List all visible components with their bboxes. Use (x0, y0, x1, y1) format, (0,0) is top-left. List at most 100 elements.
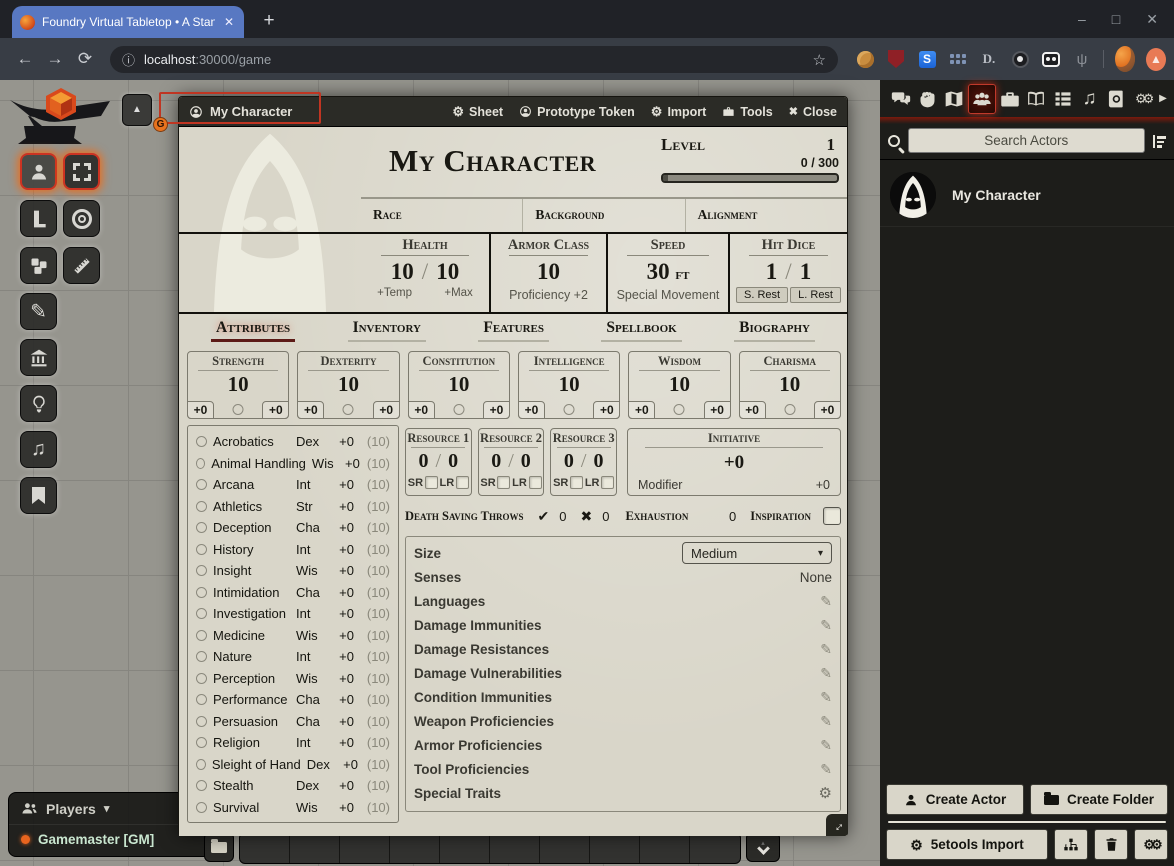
ability-score[interactable]: 10 (629, 372, 729, 397)
ability-name[interactable]: Strength (188, 354, 288, 371)
edit-icon[interactable]: ✎ (820, 593, 832, 610)
skill-row[interactable]: Athletics Str +0 (10) (196, 496, 390, 518)
actor-avatar[interactable] (890, 172, 936, 218)
initiative-modifier-value[interactable]: +0 (816, 478, 830, 492)
sounds-tool-button[interactable]: ♫ (20, 431, 57, 468)
skill-row[interactable]: Arcana Int +0 (10) (196, 474, 390, 496)
ability-save-mod[interactable]: +0 (628, 401, 655, 419)
hp-temp-label[interactable]: +Temp (377, 287, 412, 299)
hotbar-page-button[interactable]: ▴ (746, 832, 780, 862)
hp-max[interactable]: 10 (436, 259, 459, 284)
resource-value[interactable]: 0 (491, 450, 501, 472)
skill-name[interactable]: Investigation (213, 606, 290, 621)
cookie-extension-icon[interactable] (855, 49, 875, 69)
macro-folder-button[interactable] (204, 832, 234, 862)
skill-name[interactable]: Insight (213, 563, 290, 578)
tab-journal[interactable] (1023, 84, 1050, 114)
site-info-icon[interactable]: ⓘ (122, 50, 135, 69)
delete-all-button[interactable] (1094, 829, 1128, 860)
skill-proficiency-radio[interactable] (196, 501, 207, 512)
minimize-icon[interactable]: – (1078, 11, 1086, 27)
skill-proficiency-radio[interactable] (196, 522, 207, 533)
browser-update-icon[interactable]: ▲ (1146, 49, 1166, 69)
skill-name[interactable]: Persuasion (213, 714, 290, 729)
long-rest-button[interactable]: L. Rest (790, 287, 841, 303)
s-extension-icon[interactable]: S (917, 49, 937, 69)
ability-check-mod[interactable]: +0 (373, 401, 400, 419)
edit-icon[interactable]: ✎ (820, 737, 832, 754)
initiative-label[interactable]: Initiative (628, 431, 840, 448)
resource-max[interactable]: 0 (521, 450, 531, 472)
skill-row[interactable]: Deception Cha +0 (10) (196, 517, 390, 539)
profile-avatar[interactable] (1115, 49, 1135, 69)
ability-save-mod[interactable]: +0 (518, 401, 545, 419)
resource-label[interactable]: Resource 1 (406, 431, 471, 448)
tab-biography[interactable]: Biography (734, 319, 815, 342)
ability-check-mod[interactable]: +0 (483, 401, 510, 419)
ability-check-mod[interactable]: +0 (704, 401, 731, 419)
prototype-token-button[interactable]: Prototype Token (519, 105, 635, 119)
skill-proficiency-radio[interactable] (196, 436, 207, 447)
ability-score[interactable]: 10 (740, 372, 840, 397)
lighting-tool-button[interactable] (20, 385, 57, 422)
size-select[interactable]: Medium▾ (682, 542, 832, 564)
shield-extension-icon[interactable] (886, 49, 906, 69)
special-movement-link[interactable]: Special Movement (608, 288, 728, 302)
sort-icon[interactable] (1153, 134, 1167, 148)
tab-tables[interactable] (1050, 84, 1077, 114)
close-window-button[interactable]: ✖Close (789, 105, 837, 119)
drawing-tool-button[interactable]: ✎ (20, 293, 57, 330)
ability-check-mod[interactable]: +0 (262, 401, 289, 419)
tab-close-icon[interactable]: ✕ (222, 15, 236, 29)
tiles-tool-button[interactable] (20, 339, 57, 376)
resource-max[interactable]: 0 (448, 450, 458, 472)
alignment-field[interactable]: Alignment (685, 199, 847, 232)
macro-slot[interactable] (490, 833, 540, 863)
tab-scenes[interactable] (941, 84, 968, 114)
d-extension-icon[interactable]: D. (979, 49, 999, 69)
hp-maxmod-label[interactable]: +Max (444, 287, 472, 299)
measure-tool-button[interactable] (20, 200, 57, 237)
skill-name[interactable]: Athletics (213, 499, 290, 514)
token-tool-button[interactable] (20, 153, 57, 190)
skill-row[interactable]: History Int +0 (10) (196, 539, 390, 561)
xp-text[interactable]: 0 / 300 (661, 156, 839, 170)
window-resize-handle[interactable]: ↔ (826, 814, 848, 836)
skill-proficiency-radio[interactable] (196, 651, 207, 662)
skill-proficiency-radio[interactable] (196, 458, 205, 469)
resource-value[interactable]: 0 (419, 450, 429, 472)
tab-inventory[interactable]: Inventory (348, 319, 426, 342)
skill-proficiency-radio[interactable] (196, 630, 207, 641)
macro-slot[interactable] (290, 833, 340, 863)
skill-name[interactable]: Nature (213, 649, 290, 664)
skill-proficiency-radio[interactable] (196, 716, 207, 727)
skill-name[interactable]: Intimidation (213, 585, 290, 600)
skill-name[interactable]: Sleight of Hand (212, 757, 301, 772)
hotbar-page-down-icon[interactable] (757, 842, 770, 855)
macro-slot[interactable] (590, 833, 640, 863)
url-bar[interactable]: ⓘ localhost:30000/game ☆ (110, 46, 838, 73)
folder-tree-button[interactable] (1054, 829, 1088, 860)
macro-slot[interactable] (440, 833, 490, 863)
edit-icon[interactable]: ✎ (820, 689, 832, 706)
5etools-import-button[interactable]: ⚙ 5etools Import (886, 829, 1048, 860)
short-rest-button[interactable]: S. Rest (736, 287, 788, 303)
create-folder-button[interactable]: Create Folder (1030, 784, 1168, 815)
ability-proficiency-radio[interactable] (343, 404, 354, 415)
edit-icon[interactable]: ✎ (820, 617, 832, 634)
ability-proficiency-radio[interactable] (784, 404, 795, 415)
initiative-value[interactable]: +0 (628, 452, 840, 474)
skill-name[interactable]: Medicine (213, 628, 290, 643)
macro-slot[interactable] (390, 833, 440, 863)
edit-icon[interactable]: ✎ (820, 665, 832, 682)
skill-row[interactable]: Perception Wis +0 (10) (196, 668, 390, 690)
resource-value[interactable]: 0 (564, 450, 574, 472)
skill-proficiency-radio[interactable] (196, 802, 207, 813)
ability-name[interactable]: Constitution (409, 354, 509, 371)
skill-name[interactable]: Acrobatics (213, 434, 290, 449)
tools-button[interactable]: Tools (722, 105, 772, 119)
sr-checkbox[interactable] (497, 476, 510, 489)
inspiration-checkbox[interactable] (823, 507, 841, 525)
skill-proficiency-radio[interactable] (196, 608, 207, 619)
ability-name[interactable]: Charisma (740, 354, 840, 371)
